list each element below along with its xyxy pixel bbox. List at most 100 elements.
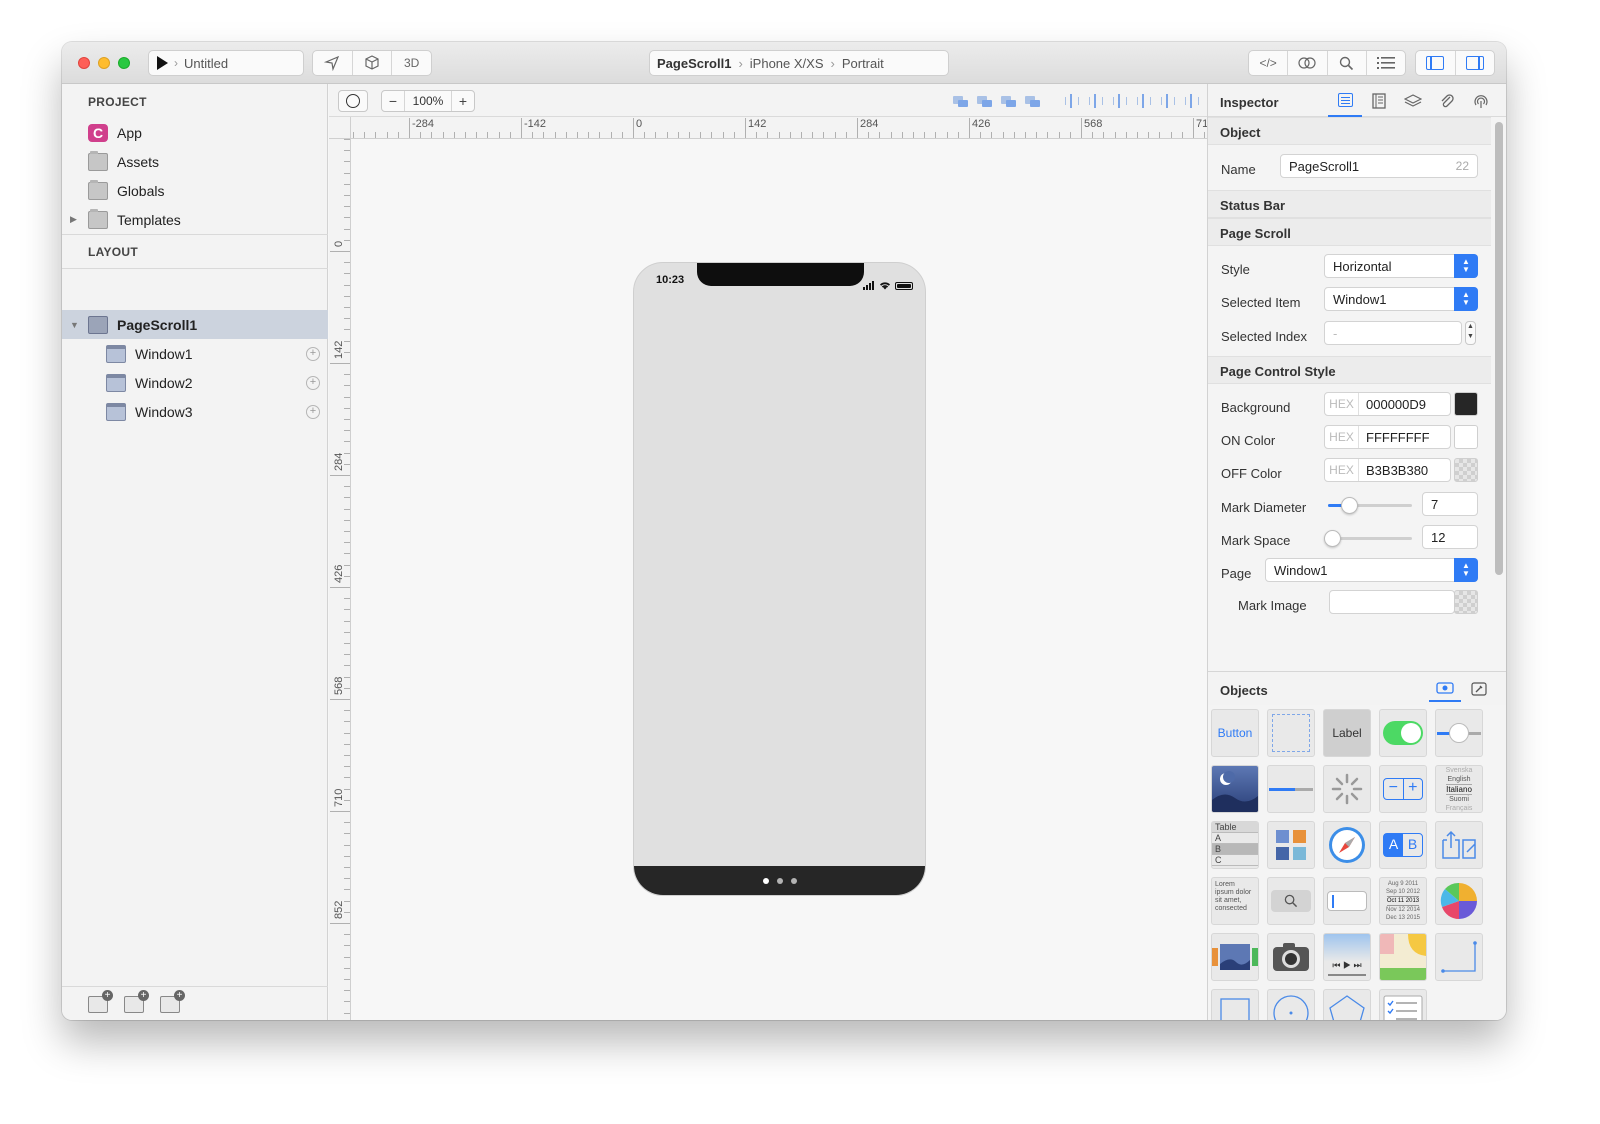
background-color-well[interactable] bbox=[1454, 392, 1478, 416]
object-search-bar[interactable] bbox=[1267, 877, 1315, 925]
add-circle-icon[interactable]: + bbox=[306, 375, 320, 390]
toggle-left-panel-button[interactable] bbox=[1416, 51, 1456, 75]
object-image-carousel[interactable] bbox=[1211, 933, 1259, 981]
tab-attributes[interactable] bbox=[1328, 84, 1362, 117]
object-map[interactable] bbox=[1379, 933, 1427, 981]
align-center-h-icon[interactable] bbox=[1087, 94, 1103, 108]
off-color-well[interactable] bbox=[1454, 458, 1478, 482]
object-collection[interactable] bbox=[1267, 821, 1315, 869]
add-circle-icon[interactable]: + bbox=[306, 404, 320, 419]
align-top-icon[interactable] bbox=[1111, 94, 1127, 108]
project-item-templates[interactable]: ▶ Templates bbox=[62, 205, 328, 234]
close-window-button[interactable] bbox=[78, 57, 90, 69]
object-chart[interactable] bbox=[1435, 877, 1483, 925]
breadcrumb-item[interactable]: PageScroll1 bbox=[657, 56, 731, 71]
layout-item-window[interactable]: Window3 + bbox=[62, 397, 328, 426]
off-color-hex-field[interactable]: HEX B3B3B380 bbox=[1324, 458, 1451, 482]
object-web-view[interactable] bbox=[1323, 821, 1371, 869]
disclosure-right-icon[interactable]: ▶ bbox=[70, 214, 88, 225]
mark-diameter-slider[interactable] bbox=[1328, 497, 1412, 514]
project-item-app[interactable]: C App bbox=[62, 118, 328, 147]
zoom-level[interactable]: 100% bbox=[404, 91, 452, 111]
inspector-scrollbar[interactable] bbox=[1495, 122, 1503, 575]
page-dot[interactable] bbox=[790, 877, 797, 884]
tab-objects-library[interactable] bbox=[1429, 676, 1461, 702]
minimize-window-button[interactable] bbox=[98, 57, 110, 69]
on-color-well[interactable] bbox=[1454, 425, 1478, 449]
selected-item-popup[interactable]: Window1 ▲ ▼ bbox=[1324, 287, 1478, 311]
project-item-assets[interactable]: Assets bbox=[62, 147, 328, 176]
selected-index-stepper[interactable]: ▲ ▼ bbox=[1465, 321, 1476, 345]
tab-touch[interactable] bbox=[1464, 84, 1498, 117]
object-media-player[interactable]: ⏮ ▶ ⏭ bbox=[1323, 933, 1371, 981]
tab-layers[interactable] bbox=[1396, 84, 1430, 117]
on-color-hex-field[interactable]: HEX FFFFFFFF bbox=[1324, 425, 1451, 449]
object-text-field[interactable] bbox=[1323, 877, 1371, 925]
object-line[interactable] bbox=[1435, 933, 1483, 981]
style-popup[interactable]: Horizontal ▲ ▼ bbox=[1324, 254, 1478, 278]
add-page-scroll-button[interactable]: + bbox=[124, 990, 149, 1013]
slider-knob[interactable] bbox=[1324, 530, 1342, 547]
layout-item-pagescroll[interactable]: ▼ PageScroll1 bbox=[62, 310, 328, 339]
background-hex-field[interactable]: HEX 000000D9 bbox=[1324, 392, 1451, 416]
mark-image-field[interactable] bbox=[1329, 590, 1455, 614]
page-control[interactable] bbox=[634, 866, 925, 895]
code-view-button[interactable]: </> bbox=[1249, 51, 1289, 75]
arrange-forward-icon[interactable] bbox=[1001, 94, 1017, 108]
add-asset-button[interactable]: + bbox=[160, 990, 185, 1013]
object-switch[interactable] bbox=[1379, 709, 1427, 757]
arrange-front-icon[interactable] bbox=[1025, 94, 1041, 108]
mark-image-well[interactable] bbox=[1454, 590, 1478, 614]
object-share[interactable] bbox=[1435, 821, 1483, 869]
status-bar-group-header[interactable]: Status Bar bbox=[1208, 190, 1491, 218]
object-slider[interactable] bbox=[1435, 709, 1483, 757]
tab-tools[interactable] bbox=[1463, 676, 1495, 702]
arrange-back-icon[interactable] bbox=[953, 94, 969, 108]
object-label[interactable]: Label bbox=[1323, 709, 1371, 757]
add-window-button[interactable]: + bbox=[88, 990, 113, 1013]
page-dot[interactable] bbox=[776, 877, 783, 884]
object-image-view[interactable] bbox=[1211, 765, 1259, 813]
object-segmented[interactable]: AB bbox=[1379, 821, 1427, 869]
object-text-view[interactable]: Lorem ipsum dolor sit amet, consected bbox=[1211, 877, 1259, 925]
object-rectangle[interactable] bbox=[1211, 989, 1259, 1020]
page-control-style-group-header[interactable]: Page Control Style bbox=[1208, 356, 1491, 384]
toggle-right-panel-button[interactable] bbox=[1456, 51, 1495, 75]
object-picker[interactable]: Svenska English Italiano Suomi Français bbox=[1435, 765, 1483, 813]
mark-space-field[interactable]: 12 bbox=[1422, 525, 1478, 549]
breadcrumb-item[interactable]: iPhone X/XS bbox=[750, 56, 824, 71]
align-left-icon[interactable] bbox=[1063, 94, 1079, 108]
object-date-picker[interactable]: Aug 9 2011 Sep 10 2012 Oct 11 2013 Nov 12 2… bbox=[1379, 877, 1427, 925]
zoom-window-button[interactable] bbox=[118, 57, 130, 69]
object-progress[interactable] bbox=[1267, 765, 1315, 813]
disclosure-down-icon[interactable]: ▼ bbox=[70, 320, 88, 330]
object-view[interactable] bbox=[1267, 709, 1315, 757]
name-field[interactable]: PageScroll1 22 bbox=[1280, 154, 1478, 178]
object-activity[interactable] bbox=[1323, 765, 1371, 813]
zoom-in-button[interactable]: + bbox=[452, 93, 474, 109]
object-oval[interactable] bbox=[1267, 989, 1315, 1020]
search-button[interactable] bbox=[1328, 51, 1367, 75]
project-item-globals[interactable]: Globals bbox=[62, 176, 328, 205]
selected-index-field[interactable]: - bbox=[1324, 321, 1462, 345]
page-popup[interactable]: Window1 ▲ ▼ bbox=[1265, 558, 1478, 582]
page-dot-active[interactable] bbox=[762, 877, 769, 884]
tab-document[interactable] bbox=[1362, 84, 1396, 117]
play-icon[interactable] bbox=[157, 56, 168, 70]
arrange-backward-icon[interactable] bbox=[977, 94, 993, 108]
select-tool-button[interactable] bbox=[338, 90, 368, 112]
breadcrumb-item[interactable]: Portrait bbox=[842, 56, 884, 71]
cube-view-button[interactable] bbox=[353, 51, 393, 75]
preview-button[interactable] bbox=[313, 51, 353, 75]
design-canvas[interactable]: − 100% + -284 -142 0 142 284 426 568 710 0 142 28… bbox=[329, 84, 1207, 1020]
device-preview[interactable]: 10:23 bbox=[633, 262, 926, 896]
3d-view-button[interactable]: 3D bbox=[392, 51, 431, 75]
layout-item-window[interactable]: Window2 + bbox=[62, 368, 328, 397]
object-stepper[interactable]: − + bbox=[1379, 765, 1427, 813]
object-button[interactable]: Button bbox=[1211, 709, 1259, 757]
layout-item-window[interactable]: Window1 + bbox=[62, 339, 328, 368]
tab-attachments[interactable] bbox=[1430, 84, 1464, 117]
page-scroll-group-header[interactable]: Page Scroll bbox=[1208, 218, 1491, 246]
align-right-icon[interactable] bbox=[1135, 94, 1151, 108]
object-list[interactable] bbox=[1379, 989, 1427, 1020]
